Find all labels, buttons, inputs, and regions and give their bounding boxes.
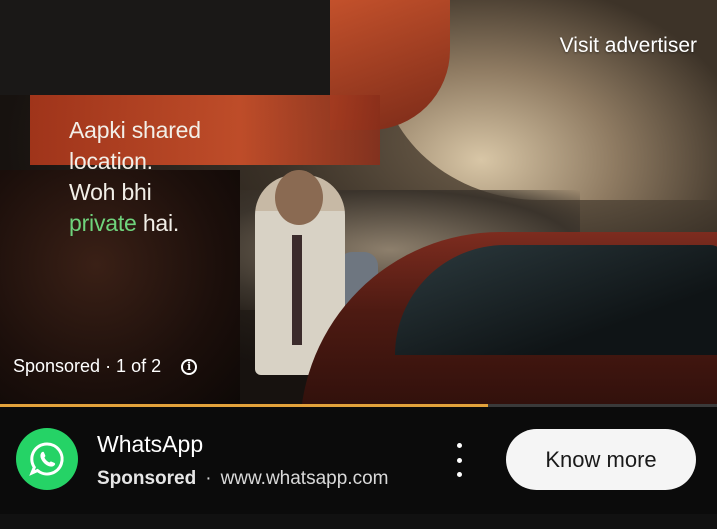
caption-line: private hai. xyxy=(69,208,201,239)
caption-end: hai. xyxy=(136,210,180,236)
visit-advertiser-link[interactable]: Visit advertiser xyxy=(560,34,697,58)
kebab-dot xyxy=(456,472,462,477)
more-vertical-icon[interactable] xyxy=(449,443,469,477)
caption-line: Aapki shared xyxy=(69,117,201,143)
separator: · xyxy=(205,468,212,489)
info-icon[interactable]: i xyxy=(181,358,198,375)
kebab-dot xyxy=(456,457,462,463)
kebab-dot xyxy=(456,443,462,448)
whatsapp-logo-icon[interactable] xyxy=(16,428,78,490)
advertiser-name[interactable]: WhatsApp xyxy=(97,431,203,458)
ad-caption: Aapki shared location. Woh bhi private h… xyxy=(69,115,201,239)
sponsored-count-label: Sponsored · 1 of 2 xyxy=(13,356,162,376)
advertiser-bar: WhatsApp Sponsored · www.whatsapp.com Know… xyxy=(0,407,717,514)
sponsored-label: Sponsored xyxy=(97,468,197,489)
scene-tie xyxy=(292,235,302,345)
sponsored-indicator: Sponsored · 1 of 2 i xyxy=(13,356,198,377)
ad-video[interactable]: Aapki shared location. Woh bhi private h… xyxy=(0,0,717,407)
caption-highlight: private xyxy=(69,210,137,236)
scene-person-head xyxy=(275,170,323,225)
caption-line: location. xyxy=(69,148,153,174)
caption-line: Woh bhi xyxy=(69,179,152,205)
advertiser-url[interactable]: www.whatsapp.com xyxy=(221,468,389,489)
bottom-divider xyxy=(0,514,717,529)
know-more-button[interactable]: Know more xyxy=(506,429,696,490)
advertiser-meta: Sponsored · www.whatsapp.com xyxy=(97,468,388,490)
